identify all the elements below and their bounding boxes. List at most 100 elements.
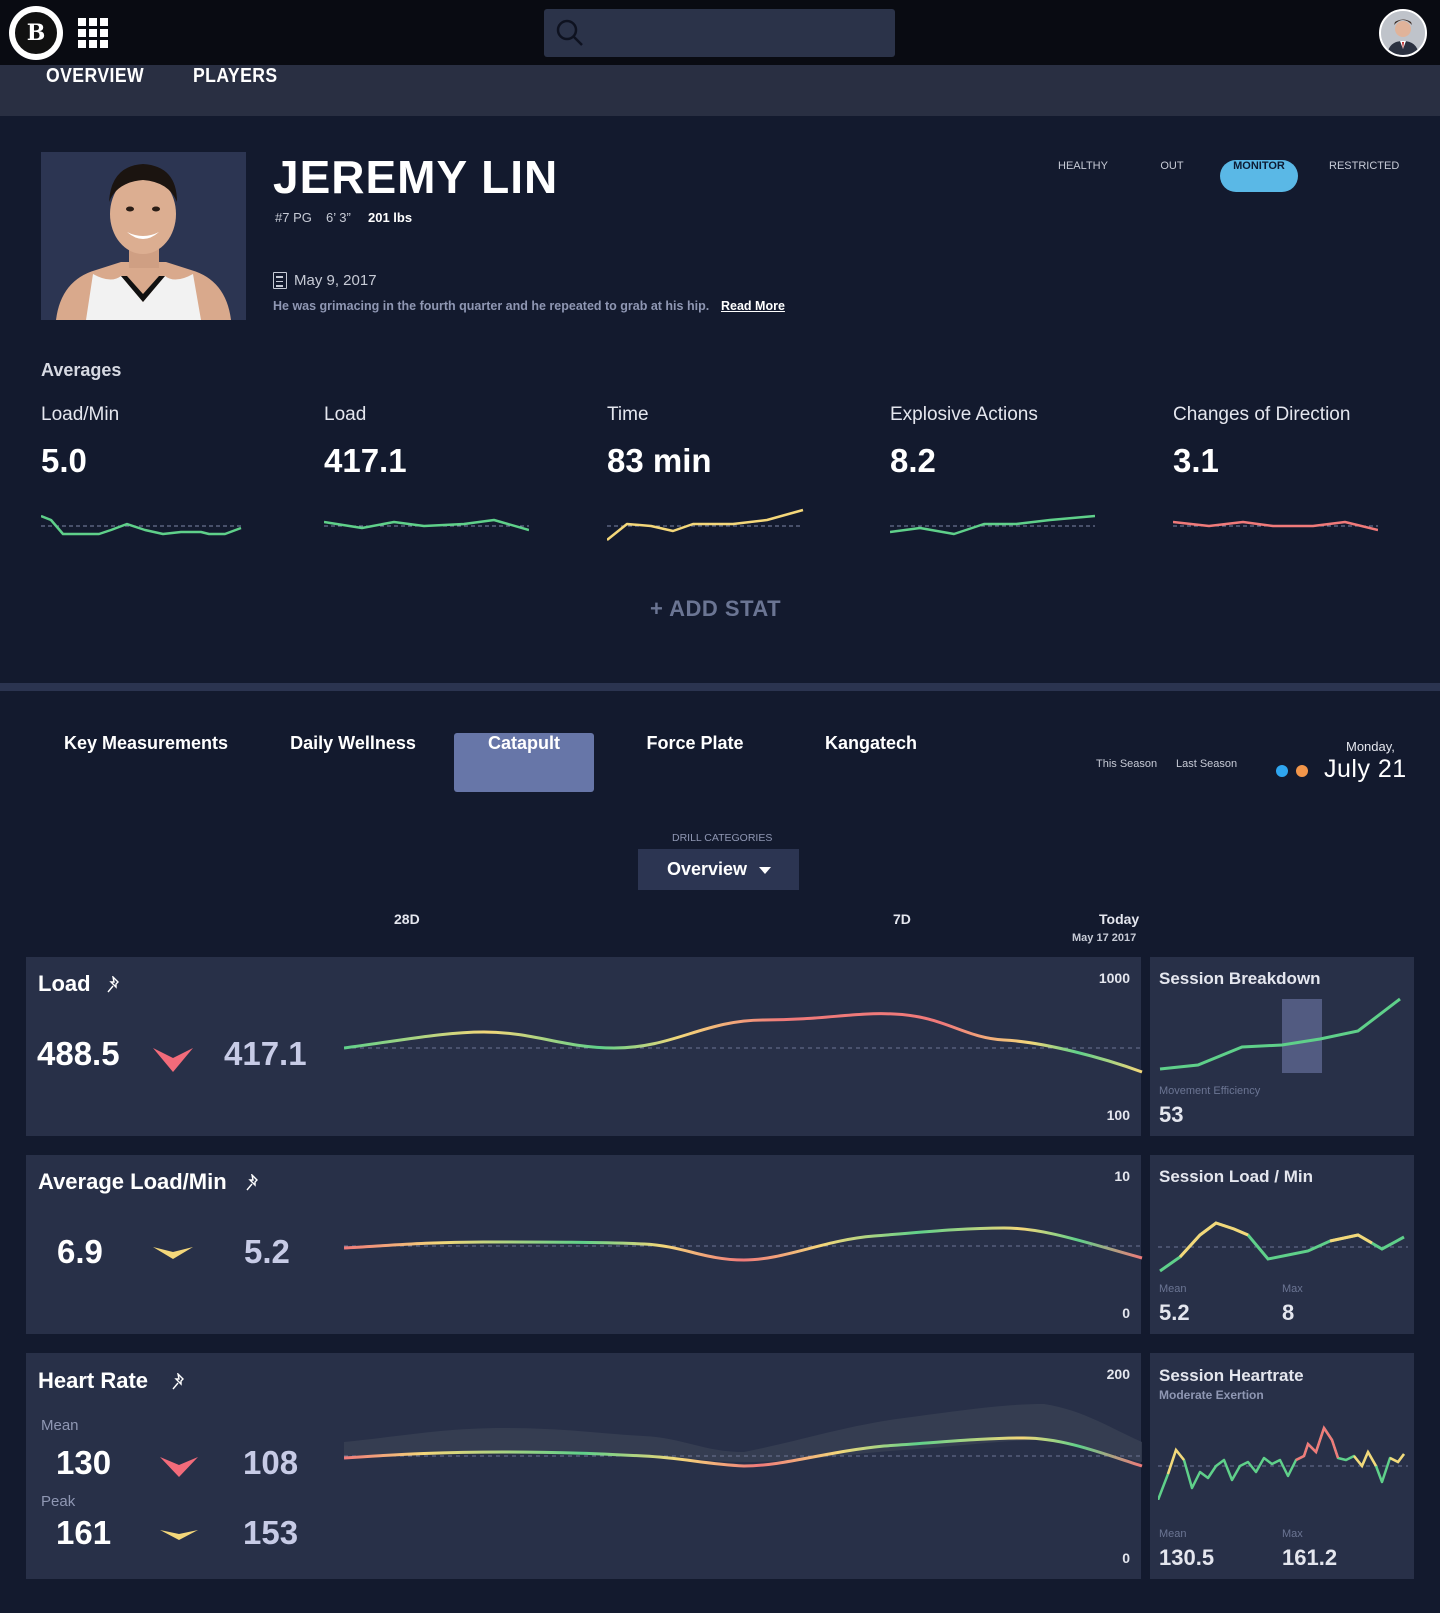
status-restricted[interactable]: RESTRICTED bbox=[1329, 160, 1399, 192]
avg-label-changes-of-direction: Changes of Direction bbox=[1173, 404, 1351, 425]
avg-label-explosive-actions: Explosive Actions bbox=[890, 404, 1038, 425]
note-text: He was grimacing in the fourth quarter a… bbox=[273, 299, 710, 313]
session-load-min-max-label: Max bbox=[1282, 1283, 1303, 1295]
sparkline-explosive-actions bbox=[890, 514, 1095, 536]
session-heartrate-subtitle: Moderate Exertion bbox=[1159, 1388, 1264, 1402]
read-more-link[interactable]: Read More bbox=[721, 299, 785, 313]
avg-load-min-prev-value: 6.9 bbox=[57, 1233, 103, 1270]
timeline-today-date: May 17 2017 bbox=[1072, 932, 1137, 944]
timeline-28d: 28D bbox=[394, 911, 420, 927]
avg-value-changes-of-direction: 3.1 bbox=[1173, 442, 1219, 479]
tab-daily-wellness[interactable]: Daily Wellness bbox=[282, 733, 424, 792]
timeline-7d: 7D bbox=[893, 911, 911, 927]
section-divider bbox=[0, 683, 1440, 691]
movement-efficiency-value: 53 bbox=[1159, 1102, 1184, 1127]
avg-label-load: Load bbox=[324, 404, 367, 425]
trend-flat-icon bbox=[153, 1247, 193, 1259]
tab-force-plate[interactable]: Force Plate bbox=[636, 733, 754, 792]
load-prev-value: 488.5 bbox=[37, 1035, 120, 1072]
avg-load-min-trend-chart bbox=[344, 1226, 1143, 1262]
trend-down-icon bbox=[160, 1457, 198, 1477]
session-heartrate-mean-value: 130.5 bbox=[1159, 1545, 1215, 1570]
heart-rate-peak-curr: 153 bbox=[243, 1514, 299, 1551]
brooklyn-nets-logo[interactable]: B bbox=[9, 6, 63, 60]
avg-label-load-min: Load/Min bbox=[41, 404, 120, 425]
session-heartrate-title: Session Heartrate bbox=[1159, 1366, 1304, 1385]
sparkline-load-min bbox=[41, 514, 242, 536]
player-number-position: #7 PG bbox=[275, 210, 312, 225]
sparkline-time bbox=[607, 508, 804, 541]
avg-value-time: 83 min bbox=[607, 442, 712, 479]
player-photo bbox=[41, 152, 246, 320]
trend-down-icon bbox=[153, 1048, 193, 1072]
heart-rate-mean-prev: 130 bbox=[56, 1444, 112, 1481]
player-height: 6’ 3” bbox=[326, 210, 351, 225]
movement-efficiency-label: Movement Efficiency bbox=[1159, 1085, 1261, 1097]
last-season-dot bbox=[1296, 765, 1308, 777]
heart-rate-peak-prev: 161 bbox=[56, 1514, 112, 1551]
session-breakdown-chart bbox=[1159, 997, 1401, 1073]
session-load-min-title: Session Load / Min bbox=[1159, 1167, 1313, 1186]
avg-label-time: Time bbox=[607, 404, 649, 425]
heart-rate-mean-curr: 108 bbox=[243, 1444, 299, 1481]
sparkline-changes-of-direction bbox=[1173, 520, 1378, 532]
note-date: May 9, 2017 bbox=[294, 272, 377, 289]
sparkline-load bbox=[324, 518, 529, 532]
session-load-min-mean-value: 5.2 bbox=[1159, 1300, 1190, 1325]
user-avatar[interactable] bbox=[1379, 9, 1427, 57]
load-title: Load bbox=[38, 971, 91, 996]
heart-rate-peak-label: Peak bbox=[41, 1493, 76, 1510]
search-icon bbox=[556, 19, 583, 46]
trend-flat-icon bbox=[160, 1530, 198, 1540]
session-heartrate-mean-label: Mean bbox=[1159, 1528, 1187, 1540]
heart-rate-y-max: 200 bbox=[1106, 1366, 1130, 1382]
player-weight: 201 lbs bbox=[368, 210, 413, 225]
heart-rate-mean-label: Mean bbox=[41, 1417, 79, 1434]
pin-icon[interactable] bbox=[246, 1174, 262, 1192]
date-picker[interactable]: July 21 bbox=[1324, 755, 1407, 784]
heart-rate-trend-chart bbox=[344, 1404, 1143, 1468]
session-heartrate-max-value: 161.2 bbox=[1282, 1545, 1338, 1570]
this-season-toggle[interactable]: This Season bbox=[1096, 758, 1157, 770]
avg-value-load-min: 5.0 bbox=[41, 442, 87, 479]
avg-load-min-y-max: 10 bbox=[1114, 1168, 1130, 1184]
status-monitor[interactable]: MONITOR bbox=[1220, 160, 1298, 192]
nav-overview[interactable]: OVERVIEW bbox=[46, 65, 144, 116]
timeline-today: Today bbox=[1099, 911, 1140, 927]
document-icon bbox=[273, 272, 287, 289]
this-season-dot bbox=[1276, 765, 1288, 777]
avg-load-min-y-min: 0 bbox=[1122, 1305, 1130, 1321]
tab-kangatech[interactable]: Kangatech bbox=[812, 733, 930, 792]
session-breakdown-title: Session Breakdown bbox=[1159, 969, 1321, 988]
drill-categories-label: DRILL CATEGORIES bbox=[672, 832, 773, 844]
pin-icon[interactable] bbox=[107, 976, 123, 994]
session-load-min-mean-label: Mean bbox=[1159, 1283, 1187, 1295]
tab-key-measurements[interactable]: Key Measurements bbox=[58, 733, 234, 792]
tab-catapult[interactable]: Catapult bbox=[454, 733, 594, 792]
nav-players[interactable]: PLAYERS bbox=[193, 65, 278, 116]
search-input[interactable] bbox=[544, 9, 895, 57]
session-load-min-chart bbox=[1158, 1221, 1408, 1273]
session-load-min-max-value: 8 bbox=[1282, 1300, 1295, 1325]
player-name: JEREMY LIN bbox=[273, 151, 559, 203]
load-curr-value: 417.1 bbox=[224, 1035, 307, 1072]
avg-value-explosive-actions: 8.2 bbox=[890, 442, 936, 479]
chevron-down-icon bbox=[759, 867, 771, 874]
apps-grid-icon[interactable] bbox=[78, 18, 108, 48]
avg-value-load: 417.1 bbox=[324, 442, 407, 479]
session-heartrate-max-label: Max bbox=[1282, 1528, 1303, 1540]
session-heartrate-chart bbox=[1158, 1425, 1408, 1500]
heart-rate-y-min: 0 bbox=[1122, 1550, 1130, 1566]
load-trend-chart bbox=[344, 1012, 1143, 1074]
add-stat-button[interactable]: + ADD STAT bbox=[650, 596, 781, 622]
status-healthy[interactable]: HEALTHY bbox=[1050, 160, 1116, 192]
last-season-toggle[interactable]: Last Season bbox=[1176, 758, 1237, 770]
heart-rate-title: Heart Rate bbox=[38, 1368, 149, 1393]
drill-categories-dropdown[interactable]: Overview bbox=[638, 849, 799, 890]
pin-icon[interactable] bbox=[172, 1373, 188, 1391]
status-out[interactable]: OUT bbox=[1152, 160, 1192, 192]
date-day: Monday, bbox=[1346, 739, 1395, 754]
load-y-max: 1000 bbox=[1098, 970, 1130, 986]
averages-title: Averages bbox=[41, 360, 122, 380]
avg-load-min-curr-value: 5.2 bbox=[244, 1233, 290, 1270]
